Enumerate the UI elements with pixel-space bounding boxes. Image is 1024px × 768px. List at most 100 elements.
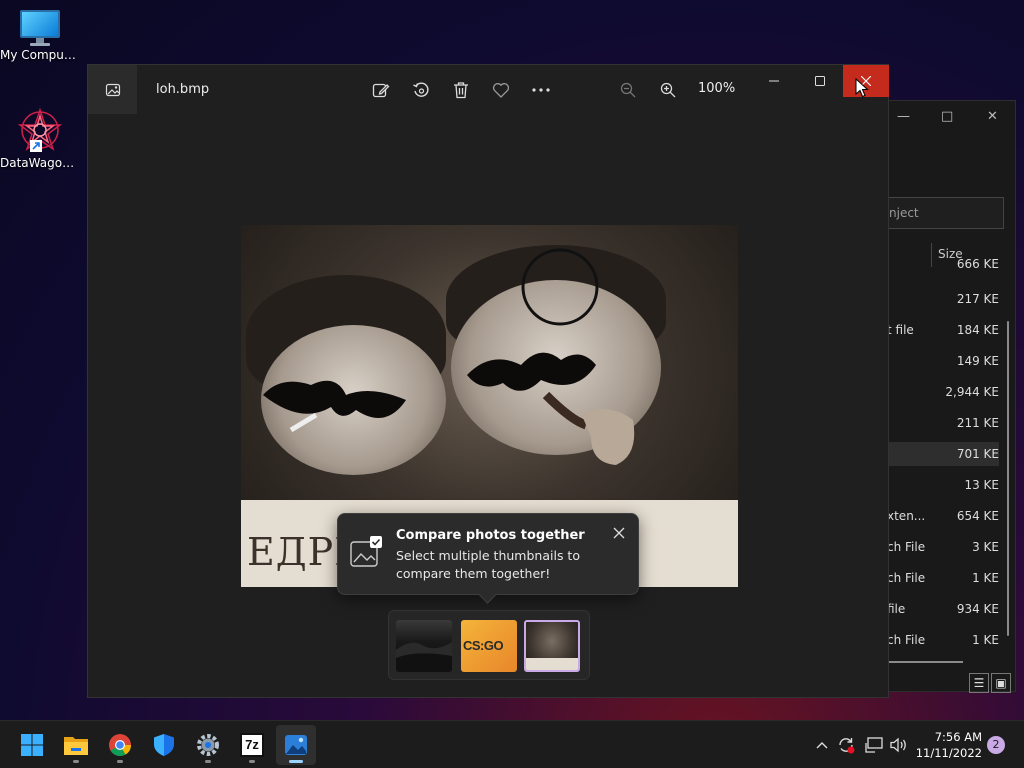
tiles-view-button[interactable]: ▣	[991, 673, 1011, 693]
desktop-icon-my-computer[interactable]: My Computer	[0, 10, 80, 62]
csgo-logo: CS:GO	[463, 638, 504, 653]
compare-photos-icon	[350, 536, 382, 572]
more-options-button[interactable]	[529, 78, 553, 102]
notification-badge[interactable]: 2	[987, 736, 1005, 754]
rotate-button[interactable]	[409, 78, 433, 102]
zoom-in-button[interactable]	[656, 78, 680, 102]
landscape-thumbnail	[396, 642, 452, 672]
file-type: t file	[887, 323, 914, 337]
clock-time: 7:56 AM	[934, 730, 982, 744]
file-size: 184 KE	[956, 323, 999, 337]
start-button[interactable]	[12, 725, 52, 765]
datawagon-logo-icon	[17, 107, 63, 152]
close-icon[interactable]: ✕	[987, 109, 998, 124]
list-item[interactable]: file 934 KE	[887, 597, 999, 621]
edit-image-icon	[372, 83, 390, 98]
list-item[interactable]: 2,944 KE	[887, 380, 999, 404]
file-size: 654 KE	[956, 509, 999, 523]
zoom-out-button[interactable]	[616, 78, 640, 102]
horizontal-scrollbar[interactable]	[887, 661, 963, 663]
photos-app-icon	[285, 735, 307, 755]
delete-button[interactable]	[449, 78, 473, 102]
taskbar-file-explorer[interactable]	[56, 725, 96, 765]
photos-app-window[interactable]: loh.bmp 100% ЕДРИ Compare photos togethe…	[87, 64, 889, 698]
vertical-scrollbar[interactable]	[1007, 321, 1009, 636]
file-name: loh.bmp	[156, 82, 210, 97]
windows-logo-icon	[21, 734, 43, 756]
title-bar[interactable]: loh.bmp 100%	[88, 65, 889, 114]
volume-icon[interactable]	[889, 735, 909, 755]
maximize-icon[interactable]: □	[941, 109, 953, 124]
zoom-out-icon	[620, 82, 636, 98]
shield-icon	[154, 734, 174, 756]
photo-icon	[105, 83, 120, 96]
list-item[interactable]: ch File 1 KE	[887, 628, 999, 652]
file-size: 13 KE	[964, 478, 999, 492]
minimize-button[interactable]	[751, 65, 797, 97]
taskbar-settings[interactable]	[188, 725, 228, 765]
file-size: 3 KE	[972, 540, 999, 554]
thumbnail-2[interactable]: CS:GO	[461, 620, 517, 672]
speaker-icon	[890, 737, 906, 753]
list-item[interactable]: 149 KE	[887, 349, 999, 373]
photos-app-button[interactable]	[88, 65, 137, 114]
desktop-icon-datawagon[interactable]: DataWagon...	[0, 106, 80, 170]
list-item[interactable]: ch File 3 KE	[887, 535, 999, 559]
thumbnail-1[interactable]	[396, 620, 452, 672]
heart-icon	[492, 83, 510, 98]
file-size: 666 KE	[956, 257, 999, 271]
file-type: xten...	[887, 509, 926, 523]
list-item[interactable]: t file 184 KE	[887, 318, 999, 342]
mouse-cursor-icon	[855, 78, 869, 98]
taskbar-defender[interactable]	[144, 725, 184, 765]
thumbnail-3-selected[interactable]	[524, 620, 580, 672]
sync-status-icon[interactable]	[836, 735, 856, 755]
maximize-icon	[815, 76, 825, 86]
system-clock[interactable]: 7:56 AM 11/11/2022	[912, 729, 982, 761]
list-item[interactable]: 13 KE	[887, 473, 999, 497]
list-item[interactable]: xten... 654 KE	[887, 504, 999, 528]
edit-image-button[interactable]	[369, 78, 393, 102]
file-size: 1 KE	[972, 571, 999, 585]
file-size: 149 KE	[956, 354, 999, 368]
compare-photos-tip: Compare photos together Select multiple …	[337, 513, 639, 595]
list-item[interactable]: 666 KE	[887, 257, 999, 271]
close-icon	[613, 527, 625, 539]
clock-date: 11/11/2022	[915, 746, 982, 760]
rotate-icon	[413, 82, 429, 97]
list-item[interactable]: ch File 1 KE	[887, 566, 999, 590]
zoom-in-icon	[660, 82, 676, 98]
taskbar-chrome[interactable]	[100, 725, 140, 765]
list-item[interactable]: 211 KE	[887, 411, 999, 435]
desktop-icon-label: My Computer	[0, 48, 80, 62]
minimize-icon[interactable]: —	[897, 109, 910, 124]
file-type: ch File	[887, 540, 926, 554]
taskbar: 7z 7:56 AM 11/11/2022 2	[0, 720, 1024, 768]
file-size: 934 KE	[956, 602, 999, 616]
details-view-button[interactable]: ☰	[969, 673, 989, 693]
list-item-selected[interactable]: 701 KE	[887, 442, 999, 466]
folder-icon	[64, 737, 88, 755]
network-icon[interactable]	[864, 735, 884, 755]
desktop-icon-label: DataWagon...	[0, 156, 80, 170]
trash-icon	[454, 82, 468, 99]
file-size: 2,944 KE	[945, 385, 999, 399]
favorite-button[interactable]	[489, 78, 513, 102]
taskbar-photos[interactable]	[276, 725, 316, 765]
tip-close-button[interactable]	[610, 524, 628, 542]
file-explorer-window[interactable]: — □ ✕ nject Size 666 KE 217 KE t file 184…	[886, 100, 1016, 693]
thumbnail-strip: CS:GO	[388, 610, 590, 680]
file-size: 1 KE	[972, 633, 999, 647]
zoom-level[interactable]: 100%	[698, 81, 735, 96]
taskbar-7zip[interactable]: 7z	[232, 725, 272, 765]
mustache-monocle-overlay	[263, 248, 635, 465]
file-size: 701 KE	[956, 447, 999, 461]
search-input[interactable]: nject	[887, 197, 1004, 229]
maximize-button[interactable]	[797, 65, 843, 97]
gear-icon	[197, 734, 219, 756]
monitor-icon	[18, 10, 62, 46]
tip-title: Compare photos together	[396, 528, 585, 543]
show-hidden-icons-button[interactable]	[812, 735, 832, 755]
file-type: file	[887, 602, 906, 616]
list-item[interactable]: 217 KE	[887, 287, 999, 311]
